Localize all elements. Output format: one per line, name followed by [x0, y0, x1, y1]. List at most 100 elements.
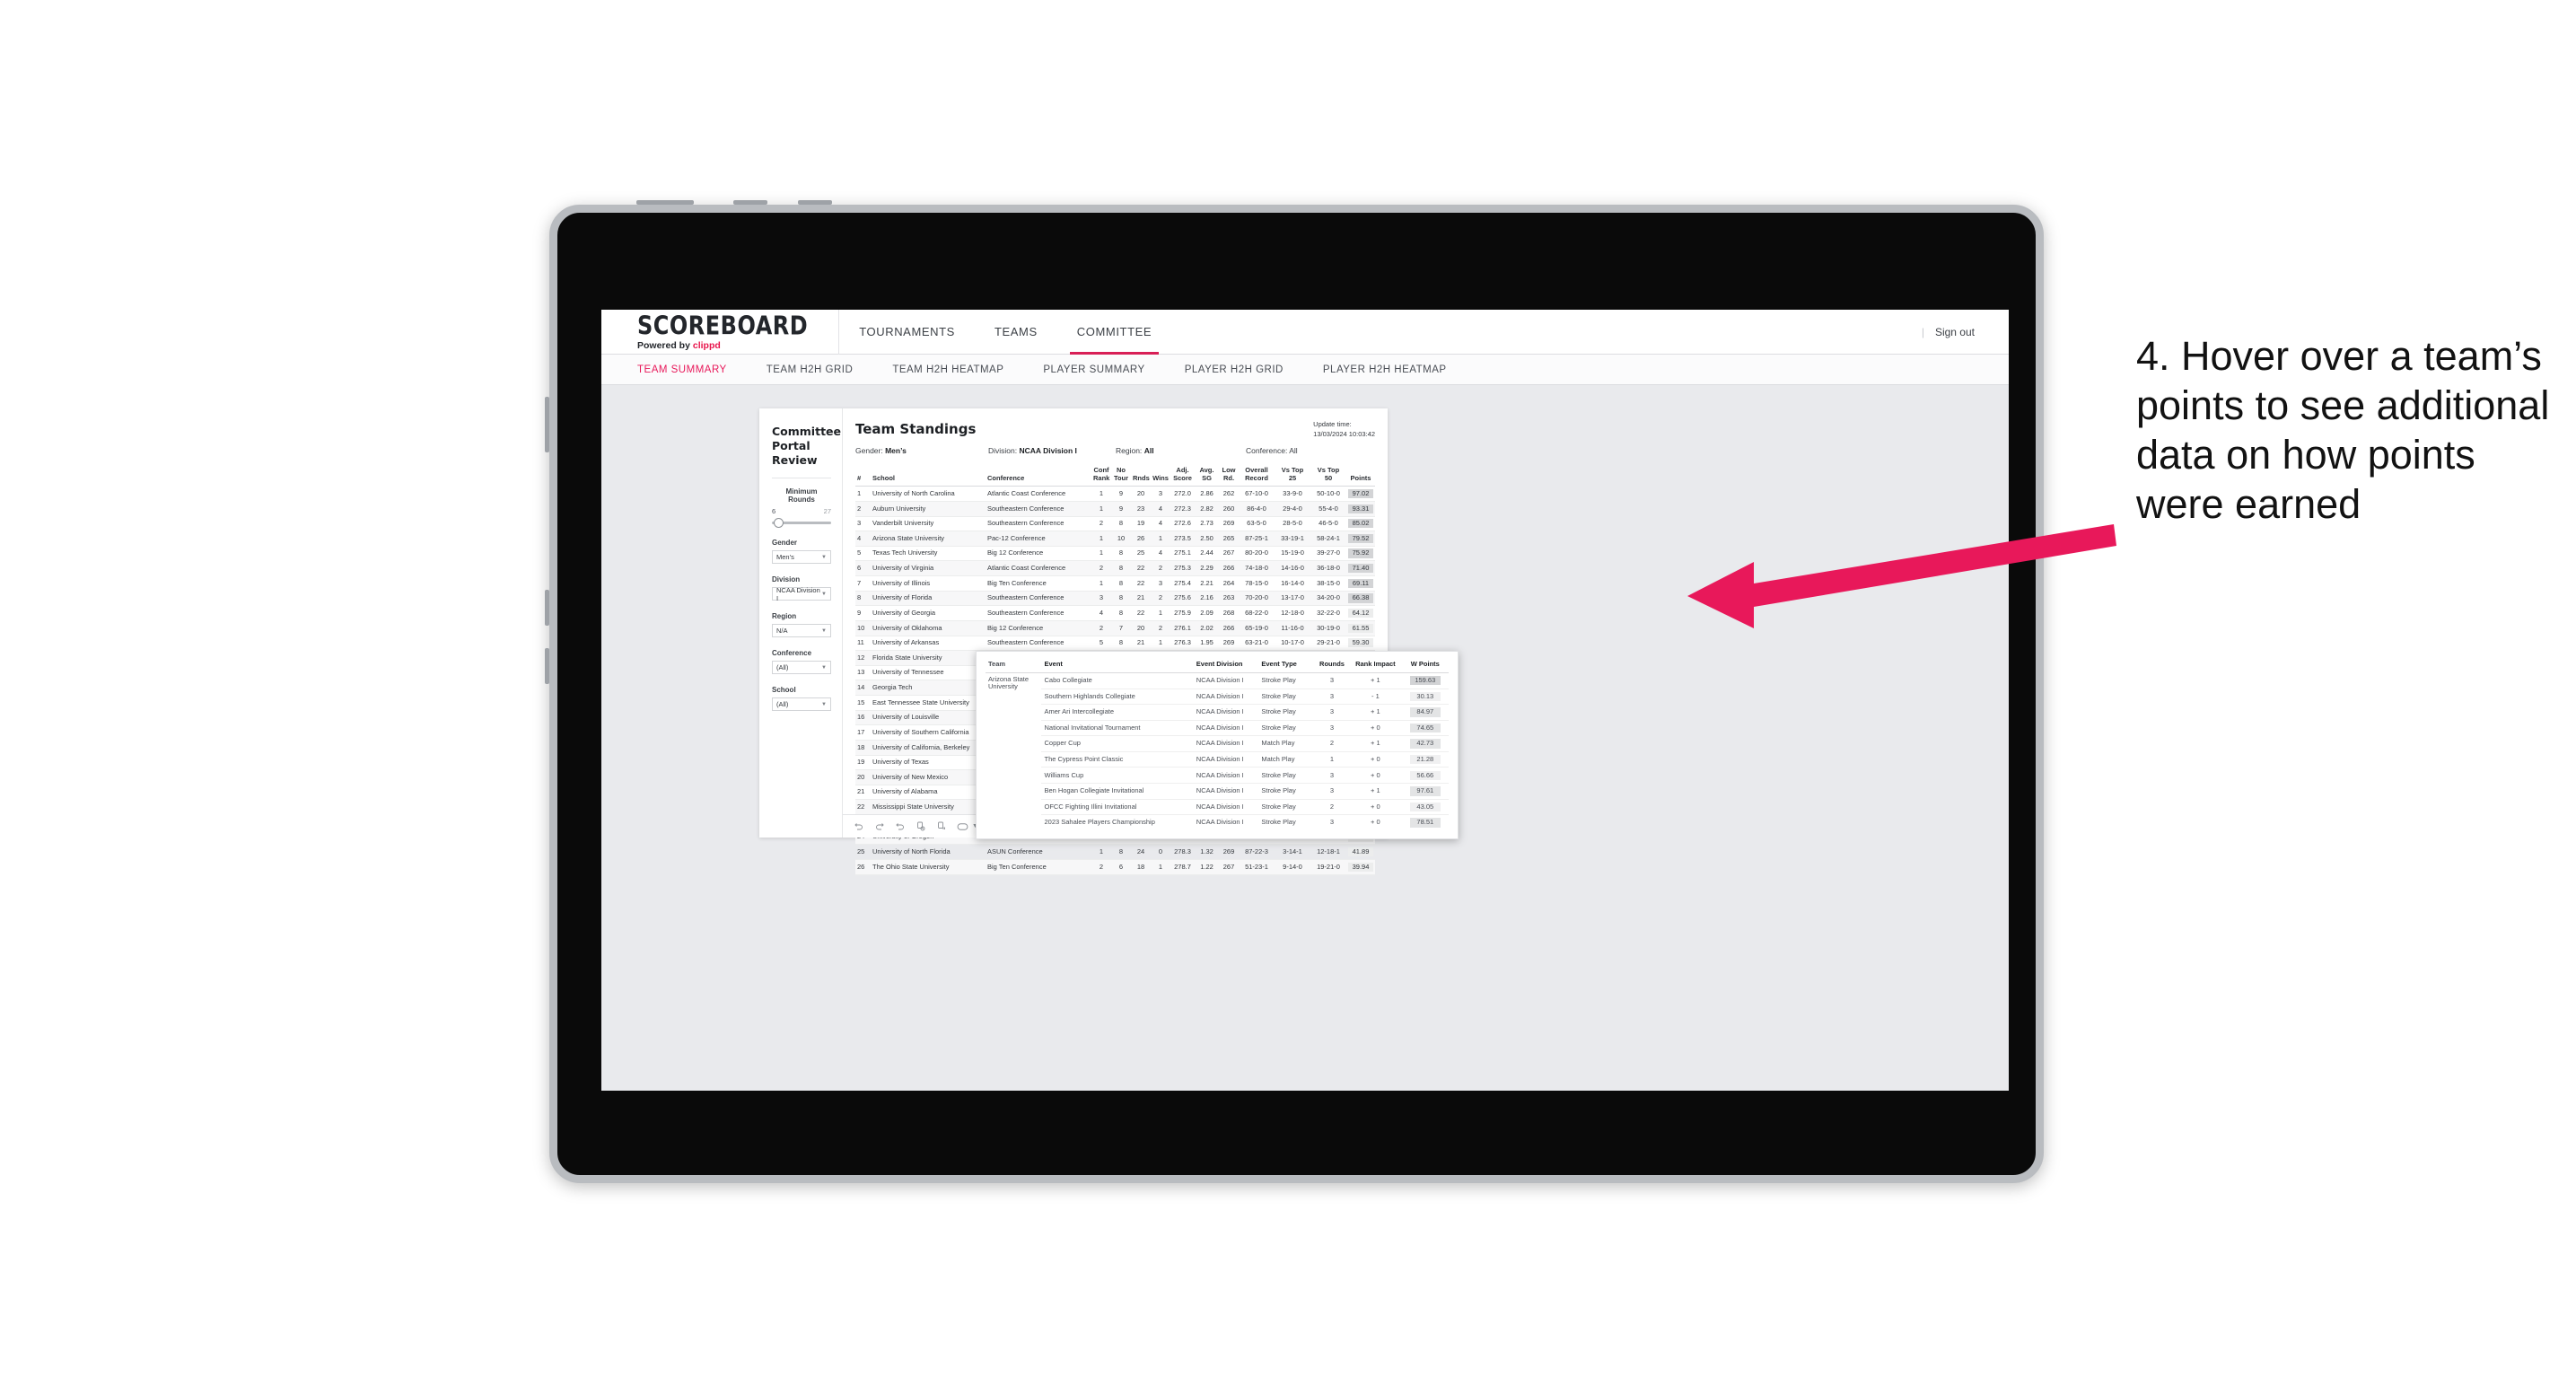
cell-points[interactable]: 75.92: [1346, 546, 1375, 562]
points-value[interactable]: 64.12: [1348, 608, 1373, 618]
cell-rank: 19: [855, 755, 871, 771]
col-conf-rank[interactable]: Conf Rank: [1091, 464, 1111, 487]
nav-item-teams[interactable]: TEAMS: [975, 310, 1057, 355]
table-row[interactable]: 25 University of North Florida ASUN Confer…: [855, 844, 1375, 860]
col-adj-score[interactable]: Adj. Score: [1170, 464, 1195, 487]
cell-conference: Big Ten Conference: [986, 859, 1091, 875]
cell-adj-score: 275.9: [1170, 605, 1195, 621]
gender-select[interactable]: Men’s ▼: [772, 550, 831, 564]
summary-region: Region: All: [1116, 446, 1246, 455]
table-row[interactable]: 1 University of North Carolina Atlantic Co…: [855, 486, 1375, 502]
tab-team-h2h-heatmap[interactable]: TEAM H2H HEATMAP: [872, 364, 1023, 375]
col-school[interactable]: School: [871, 464, 986, 487]
tt-cell-rounds: 3: [1314, 767, 1350, 785]
col-rnds[interactable]: Rnds: [1131, 464, 1151, 487]
undo-icon[interactable]: [854, 821, 864, 832]
points-value[interactable]: 66.38: [1348, 593, 1373, 603]
tab-team-summary[interactable]: TEAM SUMMARY: [637, 364, 747, 375]
col-overall-record[interactable]: Overall Record: [1239, 464, 1275, 487]
conference-select[interactable]: (All) ▼: [772, 661, 831, 674]
school-filter: School (All) ▼: [772, 686, 831, 711]
points-value[interactable]: 75.92: [1348, 548, 1373, 558]
points-value[interactable]: 69.11: [1348, 578, 1373, 588]
minimum-rounds-slider-handle[interactable]: [774, 518, 784, 528]
table-row[interactable]: 7 University of Illinois Big Ten Conferenc…: [855, 575, 1375, 592]
cell-vs-top-50: 39-27-0: [1310, 546, 1346, 562]
nav-item-committee[interactable]: COMMITTEE: [1057, 310, 1171, 355]
tab-team-h2h-grid[interactable]: TEAM H2H GRID: [747, 364, 873, 375]
cell-points[interactable]: 71.40: [1346, 560, 1375, 576]
points-value[interactable]: 85.02: [1348, 519, 1373, 529]
cell-rnds: 26: [1131, 531, 1151, 547]
cell-points[interactable]: 93.31: [1346, 501, 1375, 517]
revert-icon[interactable]: [895, 821, 906, 832]
table-row[interactable]: 2 Auburn University Southeastern Conferenc…: [855, 501, 1375, 517]
points-value[interactable]: 93.31: [1348, 504, 1373, 513]
cell-points[interactable]: 61.55: [1346, 620, 1375, 636]
table-row[interactable]: 8 University of Florida Southeastern Confe…: [855, 591, 1375, 607]
cell-adj-score: 278.3: [1170, 844, 1195, 860]
points-value[interactable]: 71.40: [1348, 564, 1373, 574]
tab-player-h2h-grid[interactable]: PLAYER H2H GRID: [1165, 364, 1303, 375]
col-rank[interactable]: #: [855, 464, 871, 487]
tab-player-summary[interactable]: PLAYER SUMMARY: [1023, 364, 1164, 375]
points-value[interactable]: 59.30: [1348, 638, 1373, 648]
table-row[interactable]: 11 University of Arkansas Southeastern Con…: [855, 636, 1375, 652]
table-row[interactable]: 4 Arizona State University Pac-12 Conferen…: [855, 531, 1375, 547]
nav-item-tournaments[interactable]: TOURNAMENTS: [839, 310, 975, 355]
col-vs-top-25[interactable]: Vs Top 25: [1275, 464, 1310, 487]
col-low-rd[interactable]: Low Rd.: [1219, 464, 1239, 487]
cell-vs-top-50: 46-5-0: [1310, 516, 1346, 532]
cell-low-rd: 260: [1219, 501, 1239, 517]
refresh-data-icon[interactable]: [916, 820, 926, 832]
cell-points[interactable]: 66.38: [1346, 591, 1375, 607]
col-conference[interactable]: Conference: [986, 464, 1091, 487]
table-row[interactable]: 10 University of Oklahoma Big 12 Conferenc…: [855, 620, 1375, 636]
minimum-rounds-slider[interactable]: [772, 518, 831, 528]
school-select[interactable]: (All) ▼: [772, 697, 831, 711]
table-row[interactable]: 3 Vanderbilt University Southeastern Confe…: [855, 516, 1375, 532]
cell-vs-top-50: 58-24-1: [1310, 531, 1346, 547]
table-row[interactable]: 5 Texas Tech University Big 12 Conference 1…: [855, 546, 1375, 562]
device-top-button-3: [798, 200, 832, 205]
cell-points[interactable]: 59.30: [1346, 636, 1375, 652]
col-no-tour[interactable]: No Tour: [1111, 464, 1131, 487]
cell-points[interactable]: 64.12: [1346, 605, 1375, 621]
cell-points[interactable]: 69.11: [1346, 575, 1375, 592]
tt-cell-event-division: NCAA Division I: [1193, 720, 1259, 737]
tt-col-event-type: Event Type: [1258, 658, 1315, 673]
table-row[interactable]: 6 University of Virginia Atlantic Coast Co…: [855, 560, 1375, 576]
tt-cell-rounds: 1: [1314, 751, 1350, 768]
col-points[interactable]: Points: [1346, 464, 1375, 487]
table-row[interactable]: 9 University of Georgia Southeastern Confe…: [855, 605, 1375, 621]
col-avg-sg[interactable]: Avg. SG: [1195, 464, 1219, 487]
division-select[interactable]: NCAA Division I ▼: [772, 586, 831, 602]
scoreboard-logo[interactable]: SCOREBOARD Powered by clippd: [601, 313, 838, 351]
cell-points[interactable]: 97.02: [1346, 486, 1375, 502]
cell-points[interactable]: 39.94: [1346, 859, 1375, 875]
tooltip-row: OFCC Fighting Illini Invitational NCAA Di…: [986, 799, 1449, 816]
cell-school: University of Illinois: [871, 575, 986, 592]
cell-points[interactable]: 79.52: [1346, 531, 1375, 547]
tt-cell-event-type: Stroke Play: [1258, 720, 1315, 737]
points-value[interactable]: 97.02: [1348, 488, 1373, 499]
cell-conference: Pac-12 Conference: [986, 531, 1091, 547]
cell-points[interactable]: 85.02: [1346, 516, 1375, 532]
points-value[interactable]: 79.52: [1348, 533, 1373, 544]
region-select[interactable]: N/A ▼: [772, 624, 831, 637]
points-value[interactable]: 39.94: [1348, 862, 1373, 872]
cell-rank: 18: [855, 740, 871, 756]
sign-out-button[interactable]: Sign out: [1935, 326, 1975, 338]
portal-title-line1: Committee: [772, 425, 842, 438]
table-row[interactable]: 26 The Ohio State University Big Ten Confe…: [855, 859, 1375, 875]
cell-conf-rank: 2: [1091, 620, 1111, 636]
col-wins[interactable]: Wins: [1151, 464, 1170, 487]
points-value[interactable]: 61.55: [1348, 623, 1373, 633]
redo-icon[interactable]: [874, 821, 885, 832]
points-value[interactable]: 41.89: [1348, 847, 1373, 857]
cell-conference: ASUN Conference: [986, 844, 1091, 860]
pause-auto-update-icon[interactable]: [936, 820, 947, 832]
cell-points[interactable]: 41.89: [1346, 844, 1375, 860]
tab-player-h2h-heatmap[interactable]: PLAYER H2H HEATMAP: [1303, 364, 1467, 375]
col-vs-top-50[interactable]: Vs Top 50: [1310, 464, 1346, 487]
